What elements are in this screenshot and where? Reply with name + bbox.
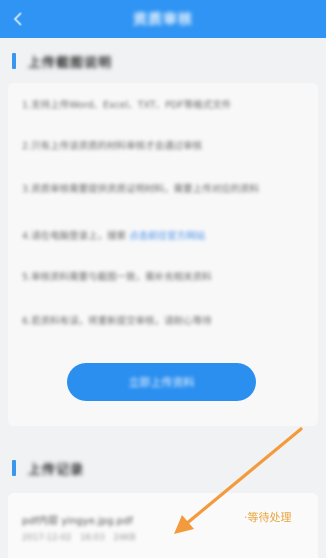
rule-item-3: 3.资质审核需要提供资质证明材料，需要上传对应的资料 bbox=[22, 184, 260, 195]
rule-item-5: 5.审核资料需要与截图一致，需补充相关资料 bbox=[22, 272, 212, 283]
records-section-title: 上传记录 bbox=[28, 462, 85, 478]
rules-section-title: 上传截图说明 bbox=[28, 55, 113, 71]
rule-item-4: 4.请在电脑登录上，搜索 点击前往官方网站 bbox=[22, 228, 312, 245]
upload-button-label: 立即上传资料 bbox=[128, 376, 195, 389]
page-title: 资质审核 bbox=[133, 12, 193, 28]
section-marker bbox=[12, 53, 16, 69]
chevron-left-icon[interactable] bbox=[8, 8, 28, 30]
rule-item-1: 1.支持上传Word、Excel、TXT、PDF等格式文件 bbox=[22, 100, 232, 111]
rule-item-4-text: 4.请在电脑登录上，搜索 bbox=[22, 231, 127, 242]
records-section-header: 上传记录 bbox=[0, 450, 326, 486]
record-item[interactable]: pdf内容 yingye.jpg.pdf 2017-12-02 16:03 24… bbox=[8, 493, 318, 558]
rule-item-2: 2.只有上传该资质的材料审核才会通过审核 bbox=[22, 141, 203, 152]
record-size: 24KB bbox=[113, 533, 136, 543]
status-badge: ·等待处理 bbox=[244, 511, 292, 524]
rule-item-6: 6.若资料有误，将重新提交审核，请耐心等待 bbox=[22, 316, 212, 327]
title-bar: 资质审核 bbox=[0, 0, 326, 38]
official-site-link[interactable]: 点击前往官方网站 bbox=[129, 231, 205, 242]
record-file-name: pdf内容 yingye.jpg.pdf bbox=[22, 516, 133, 527]
section-marker bbox=[12, 460, 16, 476]
record-date: 2017-12-02 16:03 bbox=[22, 533, 105, 543]
record-meta: 2017-12-02 16:03 24KB bbox=[22, 533, 136, 543]
rules-section-header: 上传截图说明 bbox=[0, 43, 326, 79]
upload-button[interactable]: 立即上传资料 bbox=[67, 363, 256, 401]
